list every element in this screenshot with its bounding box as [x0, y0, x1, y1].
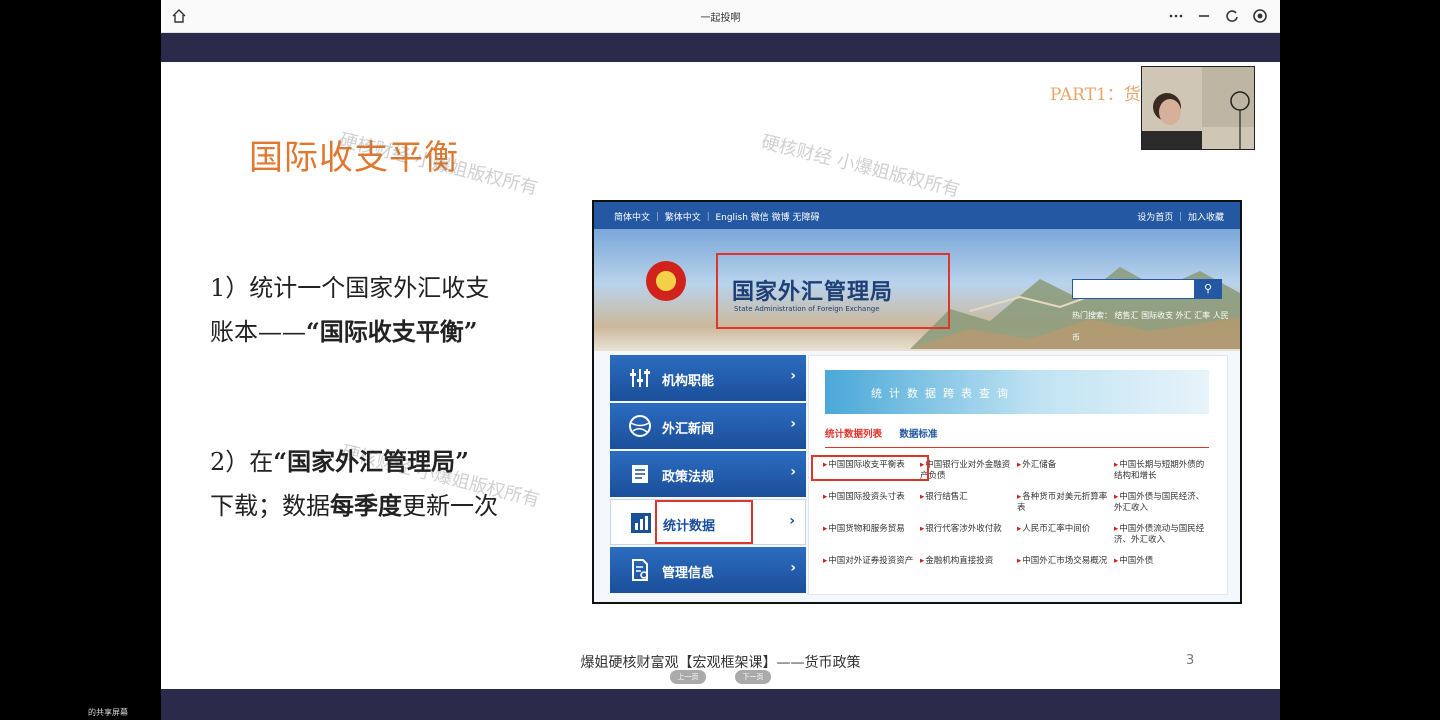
part-label: PART1：货: [1050, 85, 1141, 105]
stat-link[interactable]: 中国外债: [1114, 556, 1211, 567]
org-name-cn: 国家外汇管理局: [732, 280, 894, 305]
sliders-icon: [630, 369, 650, 387]
point-2-line-2: 下载；数据每季度更新一次: [210, 491, 498, 520]
stat-link[interactable]: 中国外债流动与国民经济、外汇收入: [1114, 524, 1211, 546]
stat-link[interactable]: 中国国际投资头寸表: [823, 492, 920, 514]
highlight-box: [811, 455, 929, 481]
nav-item-management[interactable]: 管理信息 ›: [610, 547, 806, 593]
stats-panel: 统计数据跨表查询 统计数据列表 数据标准 中国国际收支平衡表 中国银行业对外金融…: [808, 355, 1228, 595]
stat-link[interactable]: 人民币汇率中间价: [1017, 524, 1114, 546]
stat-link[interactable]: 中国货物和服务贸易: [823, 524, 920, 546]
org-name-en: State Administration of Foreign Exchange: [734, 305, 880, 313]
stat-link[interactable]: 银行代客涉外收付款: [920, 524, 1017, 546]
title-bar: 一起投啊: [161, 0, 1280, 33]
highlight-box: [655, 500, 753, 544]
chevron-right-icon: ›: [790, 464, 796, 480]
stat-link[interactable]: 外汇储备: [1017, 460, 1114, 482]
nav-item-news[interactable]: 外汇新闻 ›: [610, 403, 806, 449]
website-screenshot: 简体中文 ｜ 繁体中文 ｜ English 微信 微博 无障碍 设为首页 ｜ 加…: [592, 200, 1242, 604]
hot-search: 热门搜索： 结售汇 国际收支 外汇 汇率 人民币: [1072, 311, 1229, 342]
window-title: 一起投啊: [700, 13, 741, 24]
slide-title: 国际收支平衡: [249, 138, 459, 178]
slide-bottom-band: [161, 689, 1280, 720]
divider: [825, 447, 1209, 448]
screen-share-label: 的共享屏幕: [88, 708, 128, 717]
national-emblem-icon: [646, 261, 686, 301]
stat-link[interactable]: 中国长期与短期外债的结构和增长: [1114, 460, 1211, 482]
stat-link[interactable]: 中国对外证券投资资产: [823, 556, 920, 567]
nav-item-policy[interactable]: 政策法规 ›: [610, 451, 806, 497]
point-1-line-1: 1）统计一个国家外汇收支: [210, 274, 490, 302]
presentation-window: 一起投啊 PART1：货 国际收支平衡 硬核财经 小爆姐版权所有 硬核财经 小爆…: [161, 0, 1280, 720]
point-2: 2）在“国家外汇管理局” 下载；数据每季度更新一次: [210, 440, 498, 528]
watermark: 硬核财经 小爆姐版权所有: [759, 131, 962, 202]
restore-icon[interactable]: [1224, 8, 1240, 24]
point-1-line-2: 账本——“国际收支平衡”: [210, 317, 478, 346]
search-icon[interactable]: ⚲: [1194, 279, 1222, 299]
site-nav: 机构职能 › 外汇新闻 › 政策法规 › 统计数据 › 管理信息 ›: [610, 355, 806, 595]
bar-chart-icon: [631, 513, 651, 533]
slide-footer: 爆姐硬核财富观【宏观框架课】——货币政策: [580, 655, 861, 671]
slide-top-band: [161, 33, 1280, 62]
stat-link[interactable]: 银行结售汇: [920, 492, 1017, 514]
stat-link[interactable]: 中国外汇市场交易概况: [1017, 556, 1114, 567]
stat-link[interactable]: 各种货币对美元折算率表: [1017, 492, 1114, 514]
stats-tabs: 统计数据列表 数据标准: [825, 426, 951, 440]
next-page-button[interactable]: 下一页: [735, 670, 771, 684]
point-2-line-1: 2）在“国家外汇管理局”: [210, 447, 469, 476]
nav-item-jigou[interactable]: 机构职能 ›: [610, 355, 806, 401]
nav-label: 管理信息: [662, 566, 715, 581]
stat-link[interactable]: 中国外债与国民经济、外汇收入: [1114, 492, 1211, 514]
nav-label: 政策法规: [662, 470, 715, 485]
chevron-right-icon: ›: [789, 513, 795, 529]
presenter-video[interactable]: [1141, 66, 1255, 150]
page-number: 3: [1186, 653, 1195, 668]
globe-icon: [629, 415, 651, 437]
stats-banner: 统计数据跨表查询: [825, 370, 1209, 414]
chevron-right-icon: ›: [790, 560, 796, 576]
chevron-right-icon: ›: [790, 368, 796, 384]
record-icon[interactable]: [1252, 8, 1268, 24]
stat-link[interactable]: 金融机构直接投资: [920, 556, 1017, 567]
tab-data-standard[interactable]: 数据标准: [899, 429, 937, 440]
tab-stat-list[interactable]: 统计数据列表: [825, 429, 882, 440]
site-actions: 设为首页 ｜ 加入收藏: [1137, 213, 1224, 223]
minimize-icon[interactable]: [1196, 8, 1212, 24]
stat-link[interactable]: 中国银行业对外金融资产负债: [920, 460, 1017, 482]
site-header: 国家外汇管理局 State Administration of Foreign …: [594, 229, 1240, 351]
chevron-right-icon: ›: [790, 416, 796, 432]
point-1: 1）统计一个国家外汇收支 账本——“国际收支平衡”: [210, 266, 489, 354]
file-settings-icon: [632, 559, 648, 581]
document-icon: [632, 465, 648, 483]
site-top-bar: 简体中文 ｜ 繁体中文 ｜ English 微信 微博 无障碍 设为首页 ｜ 加…: [594, 202, 1240, 229]
nav-label: 机构职能: [662, 374, 715, 389]
site-search-input[interactable]: ⚲: [1072, 279, 1222, 299]
banner-text: 统计数据跨表查询: [871, 387, 1015, 400]
prev-page-button[interactable]: 上一页: [670, 670, 706, 684]
more-icon[interactable]: [1168, 8, 1184, 24]
nav-label: 外汇新闻: [662, 422, 715, 437]
language-links: 简体中文 ｜ 繁体中文 ｜ English 微信 微博 无障碍: [614, 213, 820, 223]
